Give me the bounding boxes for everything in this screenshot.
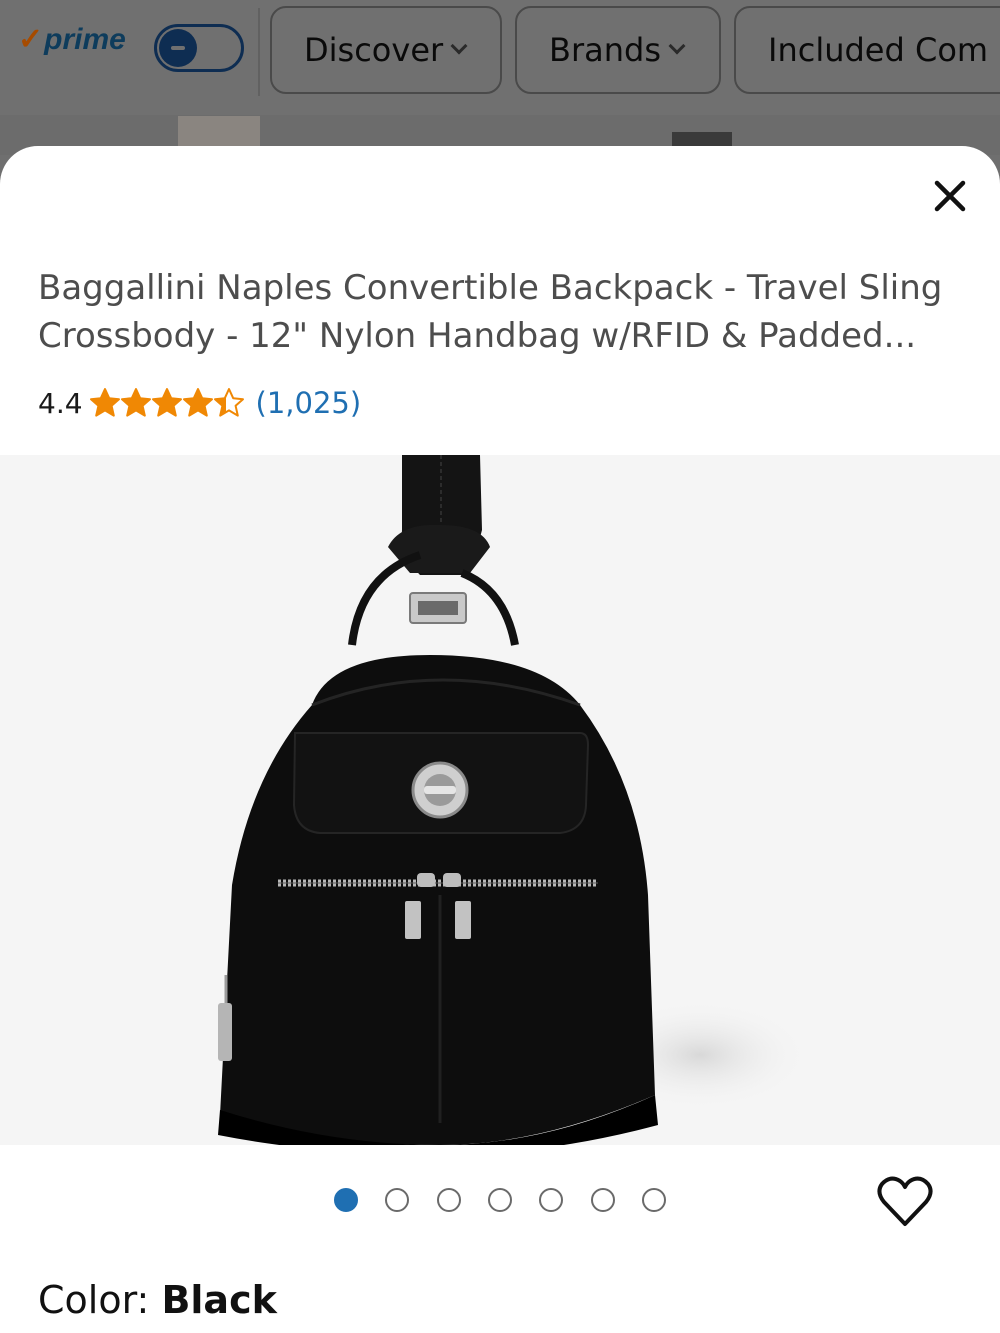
rating-row[interactable]: 4.4 (1,025)	[38, 381, 361, 425]
review-count-link[interactable]: (1,025)	[256, 386, 362, 420]
chip-label: Included Com	[768, 31, 989, 69]
chip-included-components[interactable]: Included Com	[734, 6, 1000, 94]
product-quick-view-sheet: Baggallini Naples Convertible Backpack -…	[0, 146, 1000, 1333]
carousel-dot[interactable]	[334, 1188, 358, 1212]
prime-toggle[interactable]	[154, 24, 244, 72]
carousel-dot[interactable]	[591, 1188, 615, 1212]
rating-value: 4.4	[38, 386, 83, 420]
heart-icon	[877, 1176, 933, 1226]
check-icon: ✓	[18, 23, 44, 56]
carousel-dot[interactable]	[385, 1188, 409, 1212]
star-icon	[89, 388, 120, 417]
star-icon	[182, 388, 213, 417]
prime-filter[interactable]: ✓ prime	[18, 22, 244, 72]
backpack-image	[218, 455, 810, 1145]
favorite-button[interactable]	[876, 1174, 934, 1228]
close-icon	[934, 180, 966, 212]
prime-logo: ✓ prime	[18, 22, 126, 57]
chip-label: Discover	[304, 31, 444, 69]
star-icon	[120, 388, 151, 417]
star-icon	[151, 388, 182, 417]
star-rating	[89, 387, 244, 419]
toggle-knob	[159, 29, 197, 67]
chevron-down-icon	[668, 37, 686, 55]
product-title[interactable]: Baggallini Naples Convertible Backpack -…	[38, 264, 958, 360]
chevron-down-icon	[450, 37, 468, 55]
product-image[interactable]	[0, 455, 1000, 1145]
carousel-dot[interactable]	[642, 1188, 666, 1212]
background-thumbnail	[178, 116, 260, 150]
carousel-dots[interactable]	[0, 1188, 1000, 1212]
close-button[interactable]	[922, 168, 978, 224]
color-label: Color:	[38, 1278, 162, 1322]
chip-discover[interactable]: Discover	[270, 6, 502, 94]
carousel-dot[interactable]	[437, 1188, 461, 1212]
chip-label: Brands	[549, 31, 661, 69]
chip-brands[interactable]: Brands	[515, 6, 721, 94]
carousel-dot[interactable]	[539, 1188, 563, 1212]
prime-label: prime	[44, 22, 126, 56]
filter-bar: ✓ prime Discover Brands Included Com	[0, 0, 1000, 115]
carousel-dot[interactable]	[488, 1188, 512, 1212]
star-icon	[213, 388, 244, 417]
color-value: Black	[161, 1278, 277, 1322]
divider	[258, 8, 260, 96]
color-selection: Color: Black	[38, 1278, 277, 1322]
